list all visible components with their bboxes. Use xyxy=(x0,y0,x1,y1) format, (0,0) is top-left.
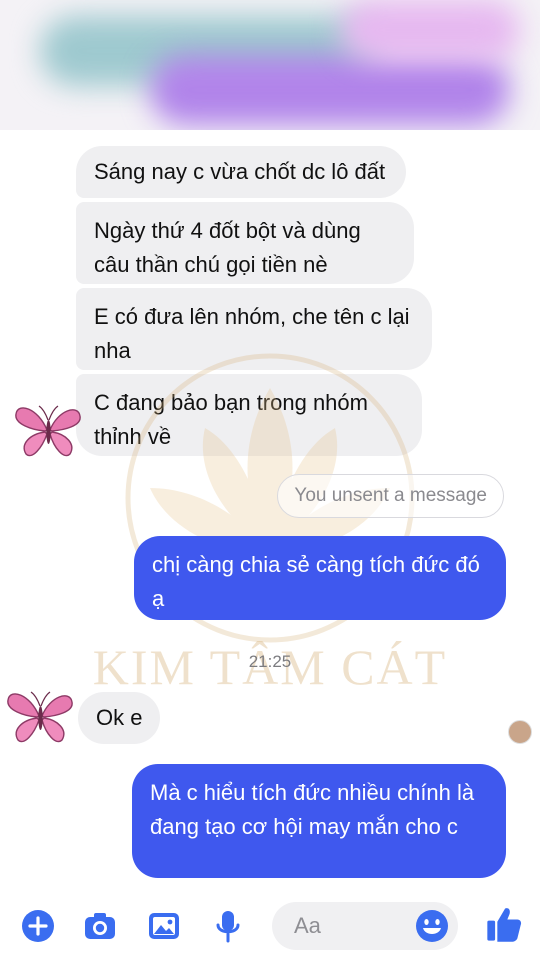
message-received-5[interactable]: Ok e xyxy=(78,692,160,744)
header-blur-blob-pink xyxy=(340,0,520,60)
message-text: Ngày thứ 4 đốt bột và dùng câu thần chú … xyxy=(94,218,361,277)
timestamp: 21:25 xyxy=(248,652,292,671)
butterfly-avatar-icon[interactable] xyxy=(12,400,84,460)
message-text: Sáng nay c vừa chốt dc lô đất xyxy=(94,159,386,184)
mic-icon[interactable] xyxy=(210,908,246,944)
message-thread: Sáng nay c vừa chốt dc lô đất Ngày thứ 4… xyxy=(0,130,540,890)
message-received-1[interactable]: Sáng nay c vừa chốt dc lô đất xyxy=(76,146,406,198)
message-received-3[interactable]: E có đưa lên nhóm, che tên c lại nha xyxy=(76,288,432,370)
message-text: C đang bảo bạn trong nhóm thỉnh về xyxy=(94,390,368,449)
message-received-2[interactable]: Ngày thứ 4 đốt bột và dùng câu thần chú … xyxy=(76,202,414,284)
message-sent-2[interactable]: Mà c hiểu tích đức nhiều chính là đang t… xyxy=(132,764,506,878)
message-input-placeholder: Aa xyxy=(294,913,321,938)
message-text: E có đưa lên nhóm, che tên c lại nha xyxy=(94,304,410,363)
message-text: chị càng chia sẻ càng tích đức đó ạ xyxy=(152,552,480,611)
camera-icon[interactable] xyxy=(82,908,118,944)
composer-toolbar: Aa xyxy=(0,890,540,960)
thumbs-up-icon[interactable] xyxy=(484,904,524,944)
emoji-icon[interactable] xyxy=(414,908,450,944)
message-text: Mà c hiểu tích đức nhiều chính là đang t… xyxy=(150,780,475,839)
seen-avatar-icon xyxy=(508,720,532,744)
conversation-header-blurred xyxy=(0,0,540,130)
unsent-message-notice: You unsent a message xyxy=(277,474,504,518)
image-icon[interactable] xyxy=(146,908,182,944)
message-text: Ok e xyxy=(96,705,143,730)
butterfly-avatar-icon[interactable] xyxy=(4,686,76,746)
message-received-4[interactable]: C đang bảo bạn trong nhóm thỉnh về xyxy=(76,374,422,456)
plus-icon[interactable] xyxy=(20,908,56,944)
message-sent-1[interactable]: chị càng chia sẻ càng tích đức đó ạ xyxy=(134,536,506,620)
header-blur-blob-purple xyxy=(150,55,510,125)
